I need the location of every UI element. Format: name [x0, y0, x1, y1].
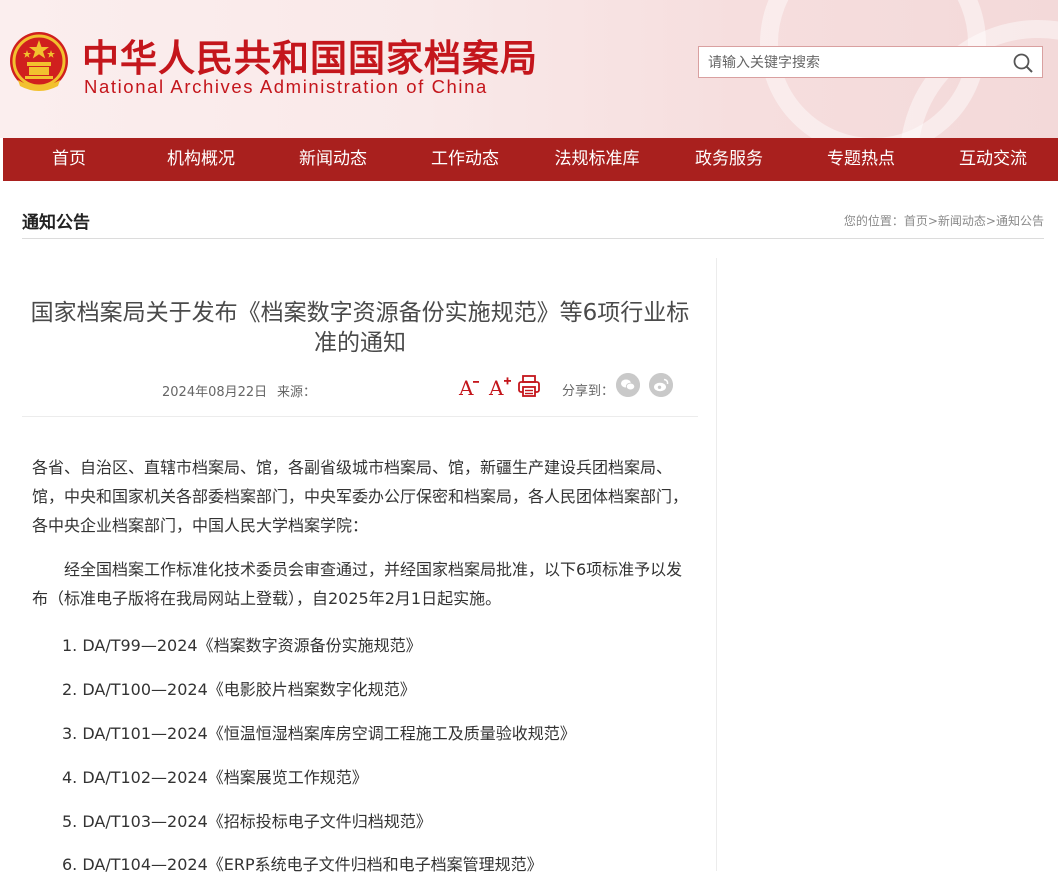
article-divider — [22, 416, 698, 417]
breadcrumb-label: 您的位置： — [843, 214, 904, 228]
search-input[interactable] — [699, 47, 1010, 79]
search-box — [698, 46, 1043, 79]
standard-item: 1. DA/T99—2024《档案数字资源备份实施规范》 — [62, 636, 422, 655]
breadcrumb-separator: > — [927, 214, 938, 228]
site-title-chinese[interactable]: 中华人民共和国国家档案局 — [82, 28, 538, 82]
breadcrumb: 您的位置：首页>新闻动态>通知公告 — [844, 212, 1044, 229]
print-icon[interactable] — [517, 374, 541, 398]
font-decrease-icon[interactable]: A — [458, 374, 480, 398]
nav-item-news[interactable]: 新闻动态 — [285, 138, 381, 181]
standard-item: 2. DA/T100—2024《电影胶片档案数字化规范》 — [62, 680, 416, 699]
article-date: 2024年08月22日 — [162, 385, 268, 400]
font-increase-icon[interactable]: A — [488, 374, 512, 398]
site-title-english[interactable]: National Archives Administration of Chin… — [84, 76, 488, 98]
nav-item-regulations[interactable]: 法规标准库 — [541, 138, 653, 181]
section-title: 通知公告 — [22, 213, 90, 233]
share-label: 分享到： — [562, 384, 615, 399]
article-meta: 2024年08月22日 来源： A A 分享到： — [22, 372, 698, 404]
nav-item-interaction[interactable]: 互动交流 — [945, 138, 1041, 181]
svg-text:A: A — [488, 376, 504, 398]
article-source-label: 来源： — [277, 385, 317, 400]
standard-item: 6. DA/T104—2024《ERP系统电子文件归档和电子档案管理规范》 — [62, 855, 543, 874]
nav-item-topics[interactable]: 专题热点 — [813, 138, 909, 181]
national-emblem-icon[interactable] — [8, 30, 70, 96]
standard-item: 4. DA/T102—2024《档案展览工作规范》 — [62, 768, 368, 787]
article-paragraph-announcement: 经全国档案工作标准化技术委员会审查通过，并经国家档案局批准，以下6项标准予以发布… — [32, 560, 683, 608]
article-title: 国家档案局关于发布《档案数字资源备份实施规范》等6项行业标准的通知 — [30, 300, 690, 356]
standard-item: 5. DA/T103—2024《招标投标电子文件归档规范》 — [62, 812, 432, 831]
wechat-share-icon[interactable] — [616, 373, 640, 397]
svg-text:A: A — [458, 376, 474, 398]
weibo-share-icon[interactable] — [649, 373, 673, 397]
search-icon[interactable] — [1012, 52, 1034, 74]
section-header: 通知公告 您的位置：首页>新闻动态>通知公告 — [22, 200, 1044, 239]
site-header: 中华人民共和国国家档案局 National Archives Administr… — [0, 0, 1058, 138]
standard-item: 3. DA/T101—2024《恒温恒湿档案库房空调工程施工及质量验收规范》 — [62, 724, 576, 743]
nav-item-gov-services[interactable]: 政务服务 — [681, 138, 777, 181]
nav-item-work[interactable]: 工作动态 — [417, 138, 513, 181]
breadcrumb-home[interactable]: 首页 — [904, 214, 928, 228]
breadcrumb-separator: > — [985, 214, 996, 228]
breadcrumb-news[interactable]: 新闻动态 — [938, 214, 986, 228]
nav-item-organization[interactable]: 机构概况 — [153, 138, 249, 181]
nav-item-home[interactable]: 首页 — [31, 138, 107, 181]
main-nav: 首页 机构概况 新闻动态 工作动态 法规标准库 政务服务 专题热点 互动交流 — [3, 138, 1058, 181]
breadcrumb-notices[interactable]: 通知公告 — [996, 214, 1044, 228]
article-paragraph-recipients: 各省、自治区、直辖市档案局、馆，各副省级城市档案局、馆，新疆生产建设兵团档案局、… — [32, 458, 689, 535]
column-divider — [716, 258, 717, 871]
